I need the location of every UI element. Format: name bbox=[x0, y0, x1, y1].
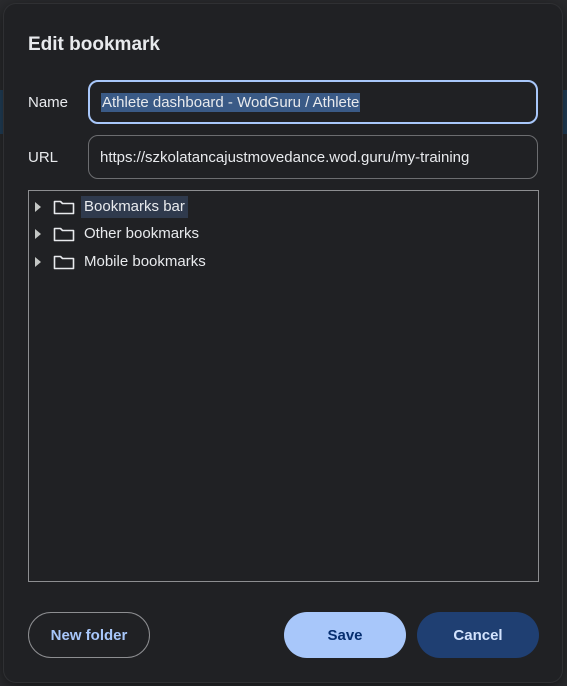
expand-arrow-icon[interactable] bbox=[35, 229, 41, 239]
url-label: URL bbox=[28, 149, 59, 166]
name-input-value: Athlete dashboard - WodGuru / Athlete bbox=[101, 92, 361, 112]
cancel-button[interactable]: Cancel bbox=[417, 612, 539, 658]
url-input-value: https://szkolatancajustmovedance.wod.gur… bbox=[100, 148, 470, 166]
expand-arrow-icon[interactable] bbox=[35, 202, 41, 212]
folder-icon bbox=[53, 227, 75, 242]
expand-arrow-icon[interactable] bbox=[35, 257, 41, 267]
dialog-title: Edit bookmark bbox=[28, 34, 160, 55]
tree-item-label: Other bookmarks bbox=[84, 225, 200, 242]
save-button[interactable]: Save bbox=[284, 612, 406, 658]
folder-tree[interactable]: Bookmarks bar Other bookmarks Mobile boo… bbox=[28, 190, 539, 582]
tree-item-label: Mobile bookmarks bbox=[84, 253, 206, 270]
folder-icon bbox=[53, 255, 75, 270]
folder-icon bbox=[53, 200, 75, 215]
new-folder-button[interactable]: New folder bbox=[28, 612, 150, 658]
url-input[interactable]: https://szkolatancajustmovedance.wod.gur… bbox=[88, 135, 538, 179]
edit-bookmark-dialog: Edit bookmark Name Athlete dashboard - W… bbox=[4, 4, 562, 682]
name-input[interactable]: Athlete dashboard - WodGuru / Athlete bbox=[88, 80, 538, 124]
name-label: Name bbox=[28, 94, 69, 111]
tree-item-label: Bookmarks bar bbox=[81, 196, 188, 218]
